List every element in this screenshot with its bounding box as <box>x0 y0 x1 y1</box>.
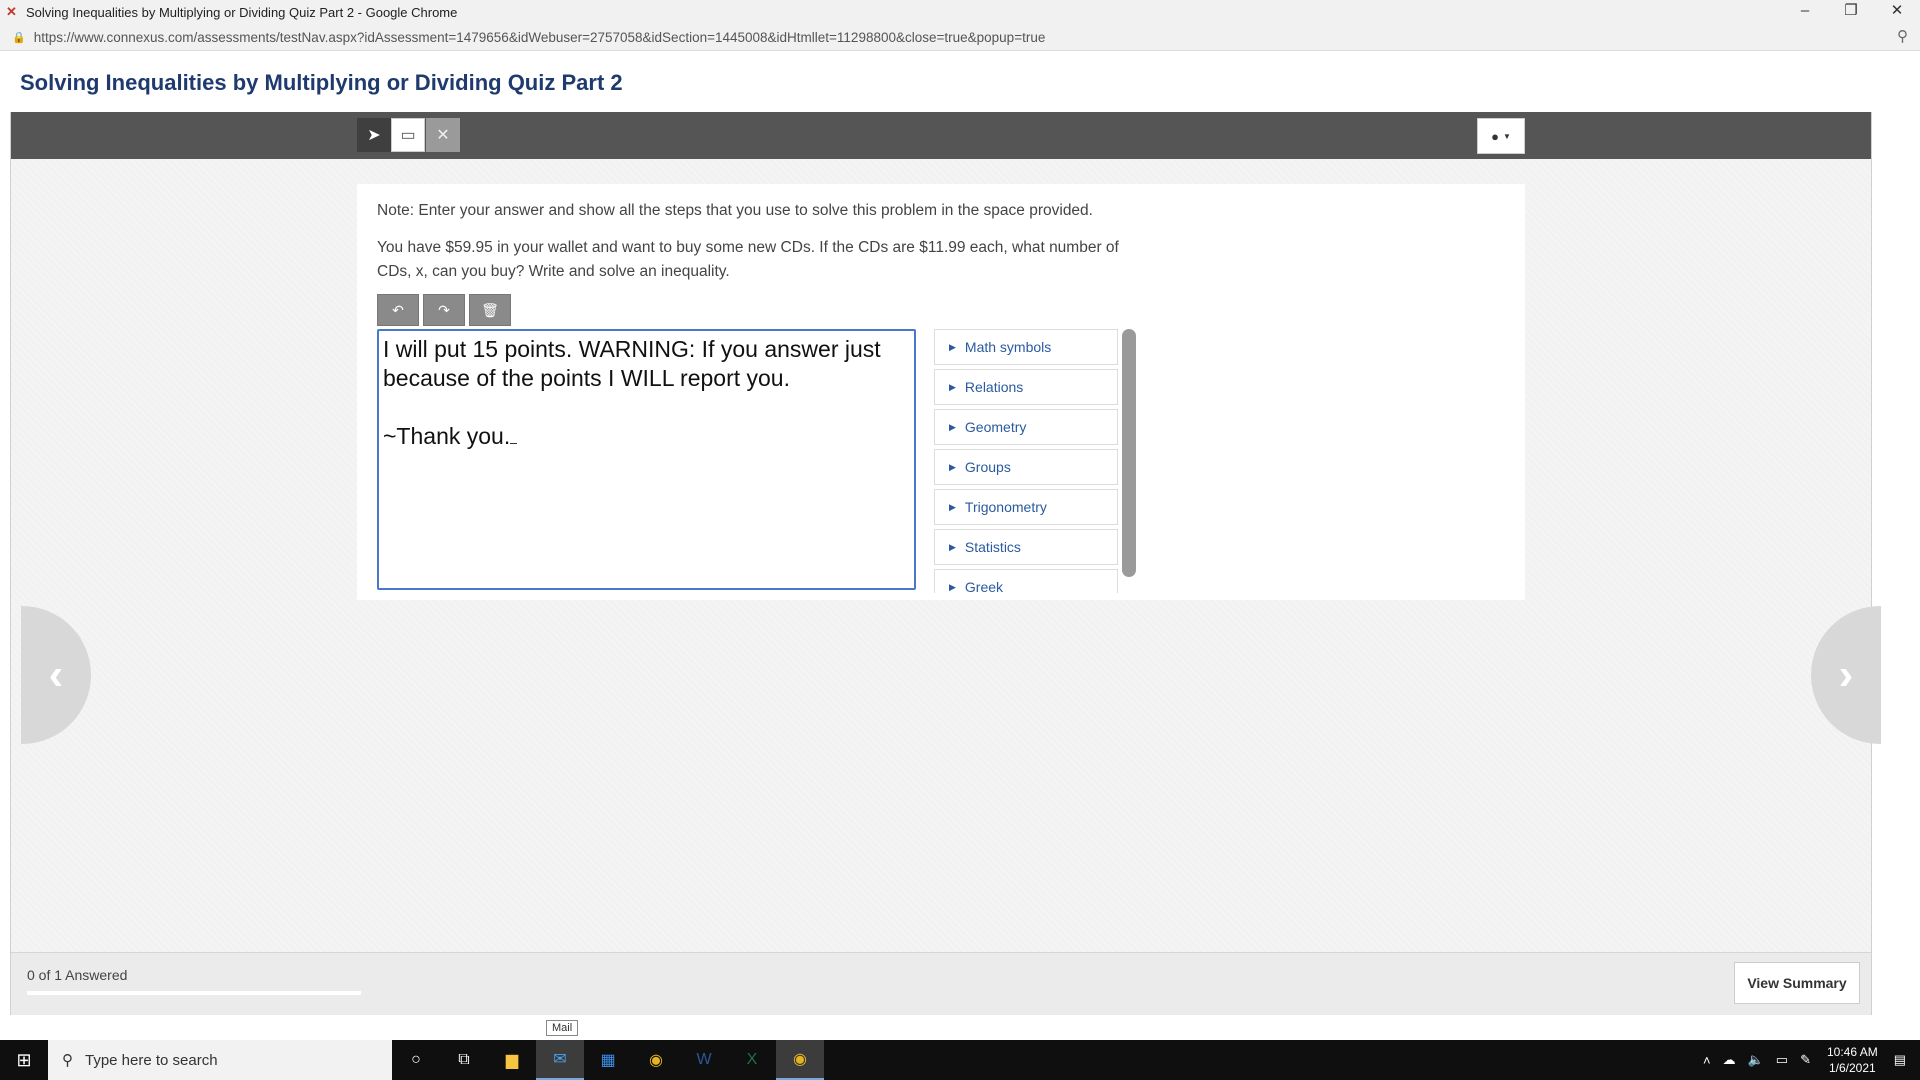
palette-item-label: Math symbols <box>964 339 1052 355</box>
assessment-footer: 0 of 1 Answered View Summary <box>11 952 1871 1015</box>
answered-count: 0 of 1 Answered <box>27 967 128 983</box>
undo-button[interactable]: ↶ <box>377 294 419 326</box>
volume-icon[interactable]: 🔈 <box>1748 1052 1764 1068</box>
caret-right-icon: ▶ <box>949 461 956 472</box>
palette-item[interactable]: ▶ Geometry <box>934 409 1118 445</box>
search-placeholder: Type here to search <box>85 1051 218 1069</box>
palette-item[interactable]: ▶ Statistics <box>934 529 1118 565</box>
restore-icon[interactable]: ❐ <box>1828 0 1874 24</box>
clear-button[interactable]: 🗑 <box>469 294 511 326</box>
text-cursor <box>510 423 518 444</box>
chevron-down-icon: ▼ <box>1502 131 1511 141</box>
note-tool-icon[interactable]: ▭ <box>391 118 425 152</box>
lock-icon: 🔒 <box>12 31 26 44</box>
palette-item-label: Relations <box>964 379 1024 395</box>
previous-question-button[interactable]: ‹ <box>21 606 91 744</box>
progress-bar <box>27 991 361 995</box>
notifications-icon[interactable]: ▤ <box>1894 1052 1906 1068</box>
caret-right-icon: ▶ <box>949 541 956 552</box>
palette-item[interactable]: ▶ Trigonometry <box>934 489 1118 525</box>
window-title: Solving Inequalities by Multiplying or D… <box>26 4 458 20</box>
palette-item[interactable]: ▶ Groups <box>934 449 1118 485</box>
view-summary-button[interactable]: View Summary <box>1734 962 1860 1004</box>
assessment-frame: ➤ ▭ ✕ ● ▼ Note: Enter your answer and sh… <box>10 112 1881 1015</box>
file-explorer-icon[interactable]: ▆ <box>488 1040 536 1080</box>
close-tool-icon[interactable]: ✕ <box>426 118 460 152</box>
page-title: Solving Inequalities by Multiplying or D… <box>20 70 623 95</box>
question-text: You have $59.95 in your wallet and want … <box>377 239 1119 280</box>
chevron-left-icon: ‹ <box>48 650 64 699</box>
clock-date: 1/6/2021 <box>1828 1061 1876 1075</box>
chrome-icon[interactable]: ◉ <box>632 1040 680 1080</box>
network-icon[interactable]: ▭ <box>1776 1052 1788 1068</box>
editor-toolbar: ↶ ↷ 🗑 <box>377 294 515 326</box>
search-icon: ⚲ <box>62 1052 73 1069</box>
palette-item-label: Trigonometry <box>964 499 1047 515</box>
clock[interactable]: 10:46 AM 1/6/2021 <box>1827 1044 1878 1076</box>
browser-title-bar: ✕ Solving Inequalities by Multiplying or… <box>0 0 1920 24</box>
user-icon: ● <box>1491 128 1499 144</box>
pointer-tool-icon[interactable]: ➤ <box>357 118 391 152</box>
palette-item-label: Groups <box>964 459 1011 475</box>
onedrive-icon[interactable]: ☁ <box>1723 1052 1736 1068</box>
answer-line-2: ~Thank you. <box>383 423 511 449</box>
excel-icon[interactable]: X <box>728 1040 776 1080</box>
url-text[interactable]: https://www.connexus.com/assessments/tes… <box>34 30 1046 45</box>
windows-taskbar: ⊞ ⚲ Type here to search ○ ⧉ ▆ ✉ ▦ ◉ W X … <box>0 1040 1920 1080</box>
palette-item-label: Greek <box>964 579 1004 593</box>
redo-button[interactable]: ↷ <box>423 294 465 326</box>
mail-icon[interactable]: ✉ <box>536 1040 584 1080</box>
connexus-logo-icon: ✕ <box>6 4 17 19</box>
caret-right-icon: ▶ <box>949 581 956 592</box>
palette-item-label: Statistics <box>964 539 1021 555</box>
question-note: Note: Enter your answer and show all the… <box>377 202 1093 219</box>
zoom-icon[interactable]: ⚲ <box>1897 27 1908 45</box>
clock-time: 10:46 AM <box>1827 1045 1878 1059</box>
palette-item[interactable]: ▶ Greek <box>934 569 1118 593</box>
pen-icon[interactable]: ✎ <box>1800 1052 1811 1068</box>
cortana-icon[interactable]: ○ <box>392 1040 440 1080</box>
close-window-icon[interactable]: ✕ <box>1874 0 1920 24</box>
chevron-right-icon: › <box>1838 650 1854 699</box>
caret-right-icon: ▶ <box>949 381 956 392</box>
next-question-button[interactable]: › <box>1811 606 1881 744</box>
chevron-up-icon[interactable]: ˄ <box>1703 1053 1711 1068</box>
taskbar-search-box[interactable]: ⚲ Type here to search <box>48 1040 392 1080</box>
palette-item[interactable]: ▶ Relations <box>934 369 1118 405</box>
trash-icon: 🗑 <box>481 301 499 318</box>
answer-editor[interactable]: I will put 15 points. WARNING: If you an… <box>377 329 916 590</box>
user-menu-button[interactable]: ● ▼ <box>1477 118 1525 154</box>
task-view-icon[interactable]: ⧉ <box>440 1040 488 1080</box>
minimize-icon[interactable]: – <box>1782 0 1828 24</box>
address-bar[interactable]: 🔒 https://www.connexus.com/assessments/t… <box>0 24 1920 51</box>
calendar-icon[interactable]: ▦ <box>584 1040 632 1080</box>
symbol-palette: ▶ Math symbols ▶ Relations ▶ Geometry ▶ Groups ▶… <box>934 329 1118 593</box>
window-controls: – ❐ ✕ <box>1782 0 1920 24</box>
taskbar-tooltip: Mail <box>546 1020 579 1036</box>
system-tray: ˄ ☁ 🔈 ▭ ✎ 10:46 AM 1/6/2021 ▤ <box>1697 1040 1920 1080</box>
palette-item[interactable]: ▶ Math symbols <box>934 329 1118 365</box>
palette-scrollbar[interactable] <box>1122 329 1136 577</box>
caret-right-icon: ▶ <box>949 501 956 512</box>
caret-right-icon: ▶ <box>949 421 956 432</box>
windows-start-icon[interactable]: ⊞ <box>0 1040 48 1080</box>
palette-item-label: Geometry <box>964 419 1027 435</box>
undo-icon: ↶ <box>392 301 404 318</box>
caret-right-icon: ▶ <box>949 341 956 352</box>
question-card: Note: Enter your answer and show all the… <box>357 184 1525 600</box>
assessment-toolbar: ➤ ▭ ✕ ● ▼ <box>11 112 1871 159</box>
redo-icon: ↷ <box>438 301 450 318</box>
answer-line-1: I will put 15 points. WARNING: If you an… <box>383 336 888 391</box>
word-icon[interactable]: W <box>680 1040 728 1080</box>
chrome-active-icon[interactable]: ◉ <box>776 1040 824 1080</box>
